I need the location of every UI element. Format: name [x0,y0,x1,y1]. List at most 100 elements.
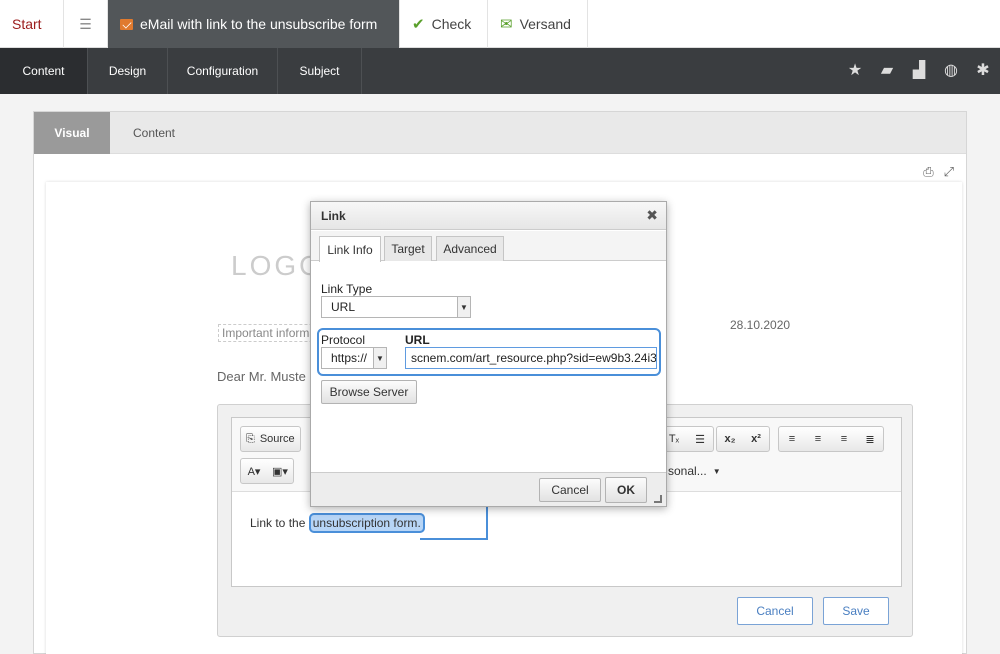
superscript-button[interactable]: x² [743,427,769,451]
dialog-ok-button[interactable]: OK [605,477,647,503]
tab-link-info[interactable]: Link Info [319,236,381,262]
align-right-button[interactable]: ≡ [831,427,857,451]
source-button[interactable]: ⎘ Source [241,427,300,451]
subnav-subject[interactable]: Subject [278,48,362,94]
dialog-tabs: Link Info Target Advanced [311,231,666,262]
resize-handle-icon[interactable] [654,495,662,503]
browse-server-button[interactable]: Browse Server [321,380,417,404]
align-group: ≡ ≡ ≡ ≣ [778,426,884,452]
align-left-button[interactable]: ≡ [779,427,805,451]
selected-link-label: unsubscription form [312,516,418,530]
globe-icon[interactable]: ◍ [942,60,960,80]
url-input[interactable]: scnem.com/art_resource.php?sid=ew9b3.24i… [405,347,657,369]
save-label: Save [842,604,870,618]
print-icon[interactable]: ⎙ [923,164,933,180]
text-color-button[interactable]: A▾ [241,459,267,483]
editor-body[interactable]: Link to the unsubscription form. [250,513,425,533]
highlight-connector-horizontal [420,538,488,540]
tab-visual[interactable]: Visual [34,112,110,154]
subscript-icon: x₂ [724,433,736,445]
tab-check-label: Check [431,16,472,32]
subscript-button[interactable]: x₂ [717,427,743,451]
subnav-content[interactable]: Content [0,48,88,94]
justify-icon: ≣ [865,433,875,446]
justify-button[interactable]: ≣ [857,427,883,451]
remove-format-icon: Tₓ [668,433,680,445]
send-icon: ✉ [500,16,513,33]
horizontal-rule-icon: ☰ [695,433,705,446]
list-icon: ☰ [79,15,92,32]
url-value: scnem.com/art_resource.php?sid=ew9b3.24i… [411,351,657,365]
tab-start[interactable]: Start [0,0,64,48]
align-left-icon: ≡ [788,433,796,445]
star-icon[interactable]: ★ [846,60,864,80]
cancel-button[interactable]: Cancel [737,597,813,625]
tab-email[interactable]: eMail with link to the unsubscribe form [108,0,400,48]
dialog-cancel-label: Cancel [551,483,589,497]
save-button[interactable]: Save [823,597,889,625]
subnav-design[interactable]: Design [88,48,168,94]
bg-color-button[interactable]: ▣▾ [267,459,293,483]
tab-email-label: eMail with link to the unsubscribe form [140,16,378,32]
link-type-select[interactable]: URL ▼ [321,296,471,318]
chevron-down-icon: ▼ [457,297,470,317]
unlock-icon[interactable]: ▟ [910,60,928,80]
expand-icon[interactable]: ⤢ [944,164,954,180]
link-type-label: Link Type [321,282,373,296]
comment-icon[interactable]: ▰ [878,60,896,80]
align-right-icon: ≡ [840,433,848,445]
color-group: A▾ ▣▾ [240,458,294,484]
hr-button[interactable]: ☰ [687,427,713,451]
close-icon[interactable]: ✖ [646,207,658,224]
chevron-down-icon: ▼ [373,348,386,368]
source-group: ⎘ Source [240,426,301,452]
panel-tabs: Visual Content [34,112,966,154]
tab-advanced[interactable]: Advanced [436,236,504,261]
tab-versand-label: Versand [519,16,571,32]
link-dialog: Link ✖ Link Info Target Advanced Link Ty… [310,201,667,507]
protocol-select[interactable]: https:// ▼ [321,347,387,369]
protocol-value: https:// [331,351,368,365]
tab-list[interactable]: ☰ [64,0,108,48]
tab-visual-label: Visual [54,126,90,140]
gear-icon[interactable]: ✱ [974,60,992,80]
subnav-subject-label: Subject [299,64,340,78]
text-color-icon: A▾ [247,465,261,478]
selected-link-text[interactable]: unsubscription form. [308,513,425,533]
tab-check[interactable]: ✔ Check [400,0,488,48]
tab-content[interactable]: Content [110,112,198,154]
source-label: Source [259,433,295,445]
align-center-icon: ≡ [814,433,822,445]
style-dropdown[interactable]: sonal... ▼ [668,458,724,484]
subnav-content-label: Content [22,64,65,78]
align-center-button[interactable]: ≡ [805,427,831,451]
format-group: Tₓ ☰ [660,426,714,452]
source-icon: ⎘ [246,432,255,445]
date-text: 28.10.2020 [730,318,791,332]
panel-icons: ⎙ ⤢ [923,164,954,180]
protocol-label: Protocol [321,333,366,347]
dialog-ok-label: OK [617,483,635,497]
mail-icon [120,18,133,30]
url-label: URL [405,333,430,347]
bg-color-icon: ▣▾ [272,465,288,478]
dialog-cancel-button[interactable]: Cancel [539,478,601,502]
subnav-configuration[interactable]: Configuration [168,48,278,94]
tab-link-info-label: Link Info [327,242,373,257]
tab-target[interactable]: Target [384,236,432,261]
dialog-header[interactable]: Link [311,202,666,230]
subnav-configuration-label: Configuration [186,64,259,78]
sub-navigation: Content Design Configuration Subject ★ ▰… [0,48,1000,94]
cancel-label: Cancel [756,604,794,618]
script-group: x₂ x² [716,426,770,452]
top-tab-bar: Start ☰ eMail with link to the unsubscri… [0,0,1000,48]
tab-content-label: Content [132,126,176,140]
browse-server-label: Browse Server [329,385,409,399]
checkmark-icon: ✔ [412,16,425,33]
tab-versand[interactable]: ✉ Versand [488,0,588,48]
tab-target-label: Target [391,242,425,256]
tab-start-label: Start [12,16,42,32]
tab-advanced-label: Advanced [443,242,497,256]
body-prefix: Link to the [250,516,309,530]
dialog-title: Link [321,208,346,223]
